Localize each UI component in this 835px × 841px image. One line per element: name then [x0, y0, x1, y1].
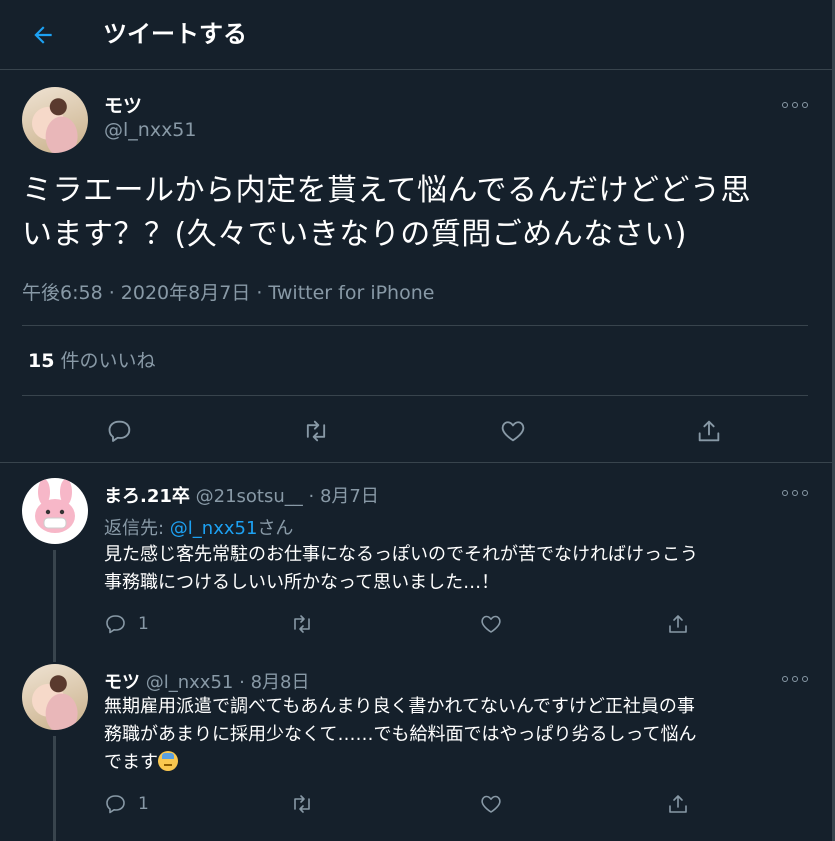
avatar[interactable] [22, 664, 88, 730]
reply-count: 1 [138, 614, 149, 634]
tweet-text-line: 務職があまりに採用少なくて……でも給料面ではやっぱり劣るしって悩ん [104, 724, 697, 745]
thread-line [53, 550, 56, 644]
author-name[interactable]: モツ [104, 672, 140, 693]
likes-label: 件のいいね [60, 350, 156, 372]
retweet-icon [306, 420, 326, 442]
reply-header: モツ @l_nxx51 · 8月8日 [104, 668, 309, 694]
page-title: ツイートする [103, 20, 247, 48]
tweet-text-line: います？？(久々でいきなりの質問ごめんなさい) [22, 217, 687, 252]
like-button[interactable] [479, 612, 503, 636]
retweet-icon [294, 615, 310, 633]
share-icon [669, 615, 687, 633]
reply-date[interactable]: 8月7日 [320, 486, 379, 507]
thread-line [53, 736, 56, 841]
reply-header: まろ.21卒 @21sotsu__ · 8月7日 [104, 482, 379, 508]
rabbit-mascot-icon [35, 479, 75, 533]
author-name[interactable]: まろ.21卒 [104, 486, 190, 507]
tweet-text-line-3: でます [104, 752, 158, 773]
main-tweet: モツ @l_nxx51 ミラエールから内定を貰えて悩んでるんだけどどう思 います… [0, 71, 832, 463]
replying-to-prefix: 返信先: [104, 518, 170, 539]
reply-date[interactable]: 8月8日 [251, 672, 310, 693]
replying-to: 返信先: @l_nxx51さん [104, 514, 293, 540]
tweet-text-line: 無期雇用派遣で調べてもあんまり良く書かれてないんですけど正社員の事 [104, 696, 695, 717]
avatar[interactable] [22, 87, 88, 153]
tweet-text-line: でます [104, 749, 804, 777]
reply-count: 1 [138, 794, 149, 814]
separator: · [239, 672, 245, 693]
heart-icon [501, 421, 525, 442]
retweet-icon [294, 795, 310, 813]
tweet-timestamp[interactable]: 午後6:58 · 2020年8月7日 · Twitter for iPhone [22, 278, 434, 305]
reply-tweet[interactable]: まろ.21卒 @21sotsu__ · 8月7日 返信先: @l_nxx51さん… [0, 464, 832, 644]
top-header: ツイートする [0, 0, 835, 70]
like-button[interactable] [479, 792, 503, 816]
retweet-button[interactable] [290, 792, 314, 816]
share-button[interactable] [695, 417, 723, 445]
author-handle[interactable]: @21sotsu__ [196, 486, 303, 507]
tweet-text-line: 見た感じ客先常駐のお仕事になるっぽいのでそれが苦でなければけっこう [104, 544, 698, 565]
reply-icon [108, 420, 131, 442]
tweet-text-line: 事務職につけるしいい所かなって思いました…！ [104, 572, 500, 593]
back-button[interactable] [26, 18, 60, 52]
heart-icon [481, 615, 501, 633]
like-button[interactable] [499, 417, 527, 445]
retweet-button[interactable] [290, 612, 314, 636]
author-name[interactable]: モツ [104, 91, 142, 118]
share-button[interactable] [666, 612, 690, 636]
likes-number: 15 [28, 350, 55, 372]
reply-button[interactable] [106, 417, 134, 445]
tweet-text: 無期雇用派遣で調べてもあんまり良く書かれてないんですけど正社員の事 務職があまり… [104, 693, 804, 777]
reply-icon [106, 615, 125, 634]
divider [22, 325, 808, 326]
more-options-icon[interactable] [782, 98, 808, 112]
share-button[interactable] [666, 792, 690, 816]
reply-button[interactable]: 1 [104, 612, 149, 636]
back-arrow-icon [34, 26, 52, 44]
more-options-icon[interactable] [782, 672, 808, 686]
divider [22, 395, 808, 396]
author-handle[interactable]: @l_nxx51 [104, 119, 197, 141]
tweet-actions [0, 409, 832, 453]
share-icon [698, 420, 720, 442]
share-icon [669, 795, 687, 813]
heart-icon [481, 795, 501, 813]
reply-button[interactable]: 1 [104, 792, 149, 816]
downcast-face-with-sweat-icon [158, 751, 178, 771]
separator: · [308, 486, 315, 507]
tweet-text-line: ミラエールから内定を貰えて悩んでるんだけどどう思 [22, 173, 751, 208]
thread-line [53, 644, 56, 662]
likes-count[interactable]: 15 件のいいね [28, 346, 156, 373]
retweet-button[interactable] [302, 417, 330, 445]
reply-tweet[interactable]: モツ @l_nxx51 · 8月8日 無期雇用派遣で調べてもあんまり良く書かれて… [0, 644, 832, 841]
tweet-text: ミラエールから内定を貰えて悩んでるんだけどどう思 います？？(久々でいきなりの質… [22, 169, 812, 257]
avatar[interactable] [22, 478, 88, 544]
reply-icon [106, 795, 125, 814]
replying-to-link[interactable]: @l_nxx51 [170, 518, 258, 539]
tweet-text: 見た感じ客先常駐のお仕事になるっぽいのでそれが苦でなければけっこう 事務職につけ… [104, 541, 804, 597]
replying-to-suffix: さん [257, 518, 294, 539]
more-options-icon[interactable] [782, 486, 808, 500]
author-handle[interactable]: @l_nxx51 [146, 672, 234, 693]
